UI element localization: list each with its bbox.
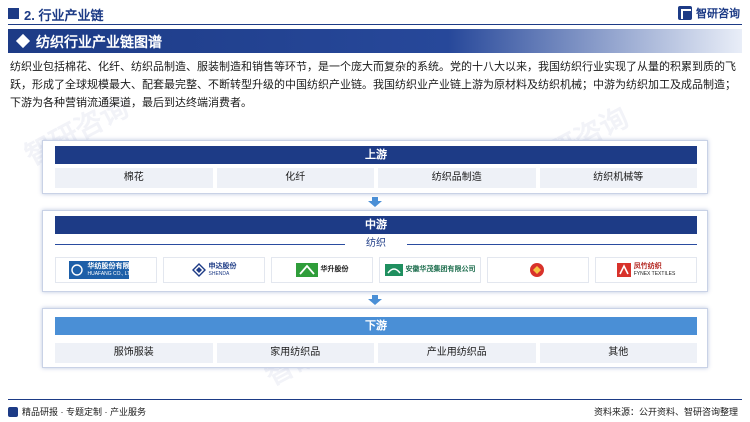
intro-paragraph: 纺织业包括棉花、化纤、纺织品制造、服装制造和销售等环节，是一个庞大而复杂的系统。… bbox=[10, 61, 736, 109]
top-bar: 2. 行业产业链 智研咨询 bbox=[0, 0, 750, 26]
downstream-item: 服饰服装 bbox=[55, 343, 213, 363]
downstream-header: 下游 bbox=[55, 317, 697, 335]
company-logo-red bbox=[487, 257, 589, 283]
company-sub: HUAFANG CO., LTD bbox=[87, 271, 134, 277]
fynex-logo-icon bbox=[616, 263, 631, 277]
brand-logo-icon bbox=[8, 406, 18, 417]
upstream-item: 棉花 bbox=[55, 168, 213, 188]
section-title: 2. 行业产业链 bbox=[24, 8, 104, 23]
red-circle-logo-icon bbox=[529, 263, 544, 277]
footer-tagline: 精品研报 · 专题定制 · 产业服务 bbox=[8, 405, 146, 418]
source-note: 资料来源：公开资料、智研咨询整理 bbox=[593, 407, 738, 417]
downstream-panel: 下游 服饰服装 家用纺织品 产业用纺织品 其他 bbox=[42, 308, 708, 368]
company-name: 华纺股份有限公司 bbox=[87, 263, 144, 270]
company-name: 安徽华茂集团有限公司 bbox=[405, 266, 476, 273]
shenda-logo-icon bbox=[191, 263, 206, 277]
company-name: 凤竹纺织 bbox=[633, 263, 662, 270]
upstream-items: 棉花 化纤 纺织品制造 纺织机械等 bbox=[55, 168, 697, 188]
huasheng-logo-icon bbox=[295, 263, 318, 277]
footer: 精品研报 · 专题定制 · 产业服务 资料来源：公开资料、智研咨询整理 bbox=[0, 395, 750, 422]
down-arrow-icon bbox=[368, 295, 382, 305]
brand-name: 智研咨询 bbox=[696, 8, 740, 20]
midstream-header: 中游 bbox=[55, 216, 697, 234]
footer-tagline-text: 精品研报 · 专题定制 · 产业服务 bbox=[22, 407, 146, 417]
page-title: 纺织行业产业链图谱 bbox=[36, 34, 162, 50]
downstream-items: 服饰服装 家用纺织品 产业用纺织品 其他 bbox=[55, 343, 697, 363]
company-logos: 华纺股份有限公司 HUAFANG CO., LTD 申达股份 SHENDA 华升… bbox=[55, 257, 697, 283]
footer-divider bbox=[8, 399, 742, 400]
company-name: 华升股份 bbox=[320, 266, 349, 273]
company-logo-fynex: 凤竹纺织 FYNEX TEXTILES bbox=[595, 257, 697, 283]
upstream-header: 上游 bbox=[55, 146, 697, 164]
company-sub: FYNEX TEXTILES bbox=[633, 271, 676, 277]
upstream-item: 纺织品制造 bbox=[378, 168, 536, 188]
company-logo-shenda: 申达股份 SHENDA bbox=[163, 257, 265, 283]
brand: 智研咨询 bbox=[678, 5, 740, 21]
upstream-panel: 上游 棉花 化纤 纺织品制造 纺织机械等 bbox=[42, 140, 708, 194]
title-bar: 纺织行业产业链图谱 bbox=[8, 29, 742, 53]
company-logo-huasheng: 华升股份 bbox=[271, 257, 373, 283]
midstream-panel: 中游 纺织 华纺股份有限公司 HUAFANG CO., LTD 申达股份 SHE… bbox=[42, 210, 708, 292]
upstream-item: 纺织机械等 bbox=[539, 168, 697, 188]
section-square-icon bbox=[8, 8, 19, 19]
midstream-subheader: 纺织 bbox=[55, 237, 697, 251]
downstream-item: 家用纺织品 bbox=[216, 343, 374, 363]
company-sub: SHENDA bbox=[208, 271, 230, 277]
down-arrow-icon bbox=[368, 197, 382, 207]
company-logo-huamao: 安徽华茂集团有限公司 bbox=[379, 257, 481, 283]
diamond-icon bbox=[15, 33, 31, 49]
divider-line bbox=[407, 244, 697, 245]
huamao-logo-icon bbox=[384, 264, 403, 276]
downstream-item: 产业用纺织品 bbox=[378, 343, 536, 363]
header-divider bbox=[8, 24, 742, 25]
upstream-item: 化纤 bbox=[216, 168, 374, 188]
company-name: 申达股份 bbox=[208, 263, 237, 270]
downstream-item: 其他 bbox=[539, 343, 697, 363]
company-logo-huafang: 华纺股份有限公司 HUAFANG CO., LTD bbox=[55, 257, 157, 283]
brand-logo-icon bbox=[678, 6, 692, 20]
